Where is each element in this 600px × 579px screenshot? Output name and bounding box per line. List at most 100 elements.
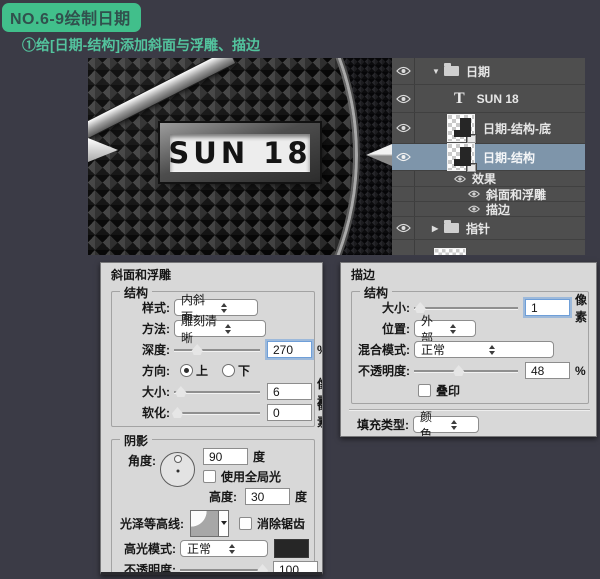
highlight-opacity-label: 不透明度: bbox=[124, 563, 176, 575]
highlight-opacity-input[interactable]: 100 bbox=[273, 561, 318, 572]
altitude-unit: 度 bbox=[295, 490, 308, 504]
group-label: 结构 bbox=[360, 284, 393, 301]
position-label: 位置: bbox=[382, 322, 410, 336]
size-row: 大小: 6 像素 bbox=[112, 377, 322, 408]
technique-row: 方法: 雕刻清晰 bbox=[112, 314, 309, 345]
angle-block: 角度: 90 度 使用全局光 高度: 30 度 bbox=[112, 448, 309, 505]
direction-down-radio[interactable] bbox=[222, 364, 236, 377]
visibility-eye-icon[interactable] bbox=[392, 94, 414, 104]
page-title: NO.6-9绘制日期 bbox=[2, 3, 141, 32]
soften-label: 软化: bbox=[142, 406, 170, 420]
size-input[interactable]: 6 bbox=[267, 383, 312, 400]
layer-row-effect-stroke[interactable]: 描边 bbox=[392, 202, 585, 217]
fill-type-row: 填充类型: 颜色 bbox=[351, 410, 596, 436]
disclosure-open-icon[interactable]: ▼ bbox=[432, 67, 444, 76]
layer-label[interactable]: 指针 bbox=[466, 220, 490, 237]
direction-up-radio[interactable] bbox=[180, 364, 193, 377]
effects-eye-icon[interactable] bbox=[454, 172, 466, 186]
angle-label: 角度: bbox=[128, 454, 156, 468]
folder-icon bbox=[444, 220, 459, 233]
effect-eye-icon[interactable] bbox=[468, 202, 480, 216]
layer-row-group-date[interactable]: ▼ 日期 bbox=[392, 58, 585, 85]
slider-thumb[interactable] bbox=[257, 564, 269, 572]
highlight-mode-row: 高光模式: 正常 bbox=[112, 539, 309, 558]
highlight-color-swatch[interactable] bbox=[274, 539, 309, 558]
layer-label[interactable]: 日期 bbox=[466, 63, 490, 80]
disclosure-closed-icon[interactable]: ▶ bbox=[432, 224, 444, 233]
updown-arrows-icon bbox=[220, 302, 254, 313]
layer-thumbnail[interactable] bbox=[447, 143, 477, 173]
effects-label[interactable]: 效果 bbox=[472, 170, 496, 187]
angle-dial[interactable] bbox=[160, 452, 195, 487]
position-row: 位置: 外部 bbox=[352, 314, 583, 345]
overprint-row: 叠印 bbox=[352, 382, 583, 399]
visibility-eye-icon[interactable] bbox=[392, 123, 414, 133]
group-label: 结构 bbox=[120, 284, 153, 301]
slider-thumb[interactable] bbox=[414, 302, 426, 313]
stroke-size-slider[interactable] bbox=[414, 301, 518, 314]
stroke-dialog: 描边 结构 大小: 1 像素 位置: 外部 混合模式: 正常 不透明度: 48 … bbox=[340, 262, 597, 437]
fill-type-select[interactable]: 颜色 bbox=[413, 410, 479, 436]
angle-input[interactable]: 90 bbox=[203, 448, 248, 465]
dialog-title: 描边 bbox=[351, 268, 376, 282]
date-window-text: SUN 18 bbox=[168, 133, 312, 172]
overprint-checkbox[interactable] bbox=[418, 384, 431, 397]
layer-thumbnail[interactable] bbox=[447, 114, 477, 144]
direction-down-label: 下 bbox=[238, 364, 251, 378]
altitude-input[interactable]: 30 bbox=[245, 488, 290, 505]
depth-input[interactable]: 270 bbox=[267, 341, 312, 358]
slider-thumb[interactable] bbox=[171, 407, 183, 418]
angle-unit: 度 bbox=[253, 450, 266, 464]
watch-dial-preview: SUN 18 bbox=[88, 58, 392, 255]
layer-row-text-sun18[interactable]: T SUN 18 bbox=[392, 85, 585, 113]
slider-thumb[interactable] bbox=[191, 344, 203, 355]
visibility-eye-icon[interactable] bbox=[392, 66, 414, 76]
effect-eye-icon[interactable] bbox=[468, 187, 480, 201]
size-label: 大小: bbox=[142, 385, 170, 399]
global-light-checkbox[interactable] bbox=[203, 470, 216, 483]
stroke-opacity-label: 不透明度: bbox=[358, 364, 410, 378]
blend-mode-row: 混合模式: 正常 bbox=[352, 340, 583, 359]
group-label: 阴影 bbox=[120, 432, 153, 449]
slider-thumb[interactable] bbox=[175, 386, 187, 397]
layer-label[interactable]: SUN 18 bbox=[477, 92, 519, 106]
stroke-size-label: 大小: bbox=[382, 301, 410, 315]
depth-unit: % bbox=[317, 343, 322, 357]
stroke-opacity-input[interactable]: 48 bbox=[525, 362, 570, 379]
layer-row-structure-bottom[interactable]: 日期-结构-底 bbox=[392, 113, 585, 144]
global-light-label: 使用全局光 bbox=[221, 470, 282, 484]
section-divider bbox=[349, 409, 590, 411]
layer-label[interactable]: 日期-结构 bbox=[483, 149, 535, 166]
dialog-title: 斜面和浮雕 bbox=[111, 268, 172, 282]
soften-row: 软化: 0 像素 bbox=[112, 398, 322, 429]
technique-select[interactable]: 雕刻清晰 bbox=[174, 314, 266, 345]
soften-slider[interactable] bbox=[171, 406, 260, 419]
visibility-eye-icon[interactable] bbox=[392, 223, 414, 233]
text-layer-icon: T bbox=[454, 89, 465, 107]
highlight-opacity-slider[interactable] bbox=[180, 563, 269, 572]
position-select[interactable]: 外部 bbox=[414, 314, 476, 345]
stroke-size-input[interactable]: 1 bbox=[525, 299, 570, 316]
altitude-label: 高度: bbox=[209, 490, 237, 504]
layer-row-group-hands[interactable]: ▶ 指针 bbox=[392, 217, 585, 240]
highlight-mode-select[interactable]: 正常 bbox=[180, 540, 268, 557]
layer-label[interactable]: 日期-结构-底 bbox=[483, 120, 551, 137]
size-slider[interactable] bbox=[174, 385, 260, 398]
visibility-eye-icon[interactable] bbox=[392, 152, 414, 162]
folder-icon bbox=[444, 63, 459, 76]
contour-thumbnail[interactable] bbox=[190, 509, 219, 537]
contour-dropdown-icon[interactable] bbox=[219, 509, 229, 537]
slider-thumb[interactable] bbox=[453, 365, 465, 376]
antialias-checkbox[interactable] bbox=[239, 516, 252, 530]
date-window-frame: SUN 18 bbox=[160, 123, 320, 182]
layers-panel: ▼ 日期 T SUN 18 日期-结构-底 日期-结构 效果 斜面和浮雕 描边 … bbox=[392, 58, 585, 255]
structure-group: 结构 样式: 内斜面 方法: 雕刻清晰 深度: 270 方向: 上 下 大小: … bbox=[111, 284, 322, 429]
stroke-opacity-slider[interactable] bbox=[414, 364, 518, 377]
soften-input[interactable]: 0 bbox=[267, 404, 312, 421]
structure-group: 结构 大小: 1 像素 位置: 外部 混合模式: 正常 不透明度: 48 % 叠… bbox=[351, 284, 589, 404]
layer-row-structure-selected[interactable]: 日期-结构 bbox=[392, 143, 585, 173]
blend-mode-select[interactable]: 正常 bbox=[414, 341, 554, 358]
depth-slider[interactable] bbox=[174, 343, 260, 356]
effect-label[interactable]: 描边 bbox=[486, 201, 510, 218]
depth-label: 深度: bbox=[142, 343, 170, 357]
